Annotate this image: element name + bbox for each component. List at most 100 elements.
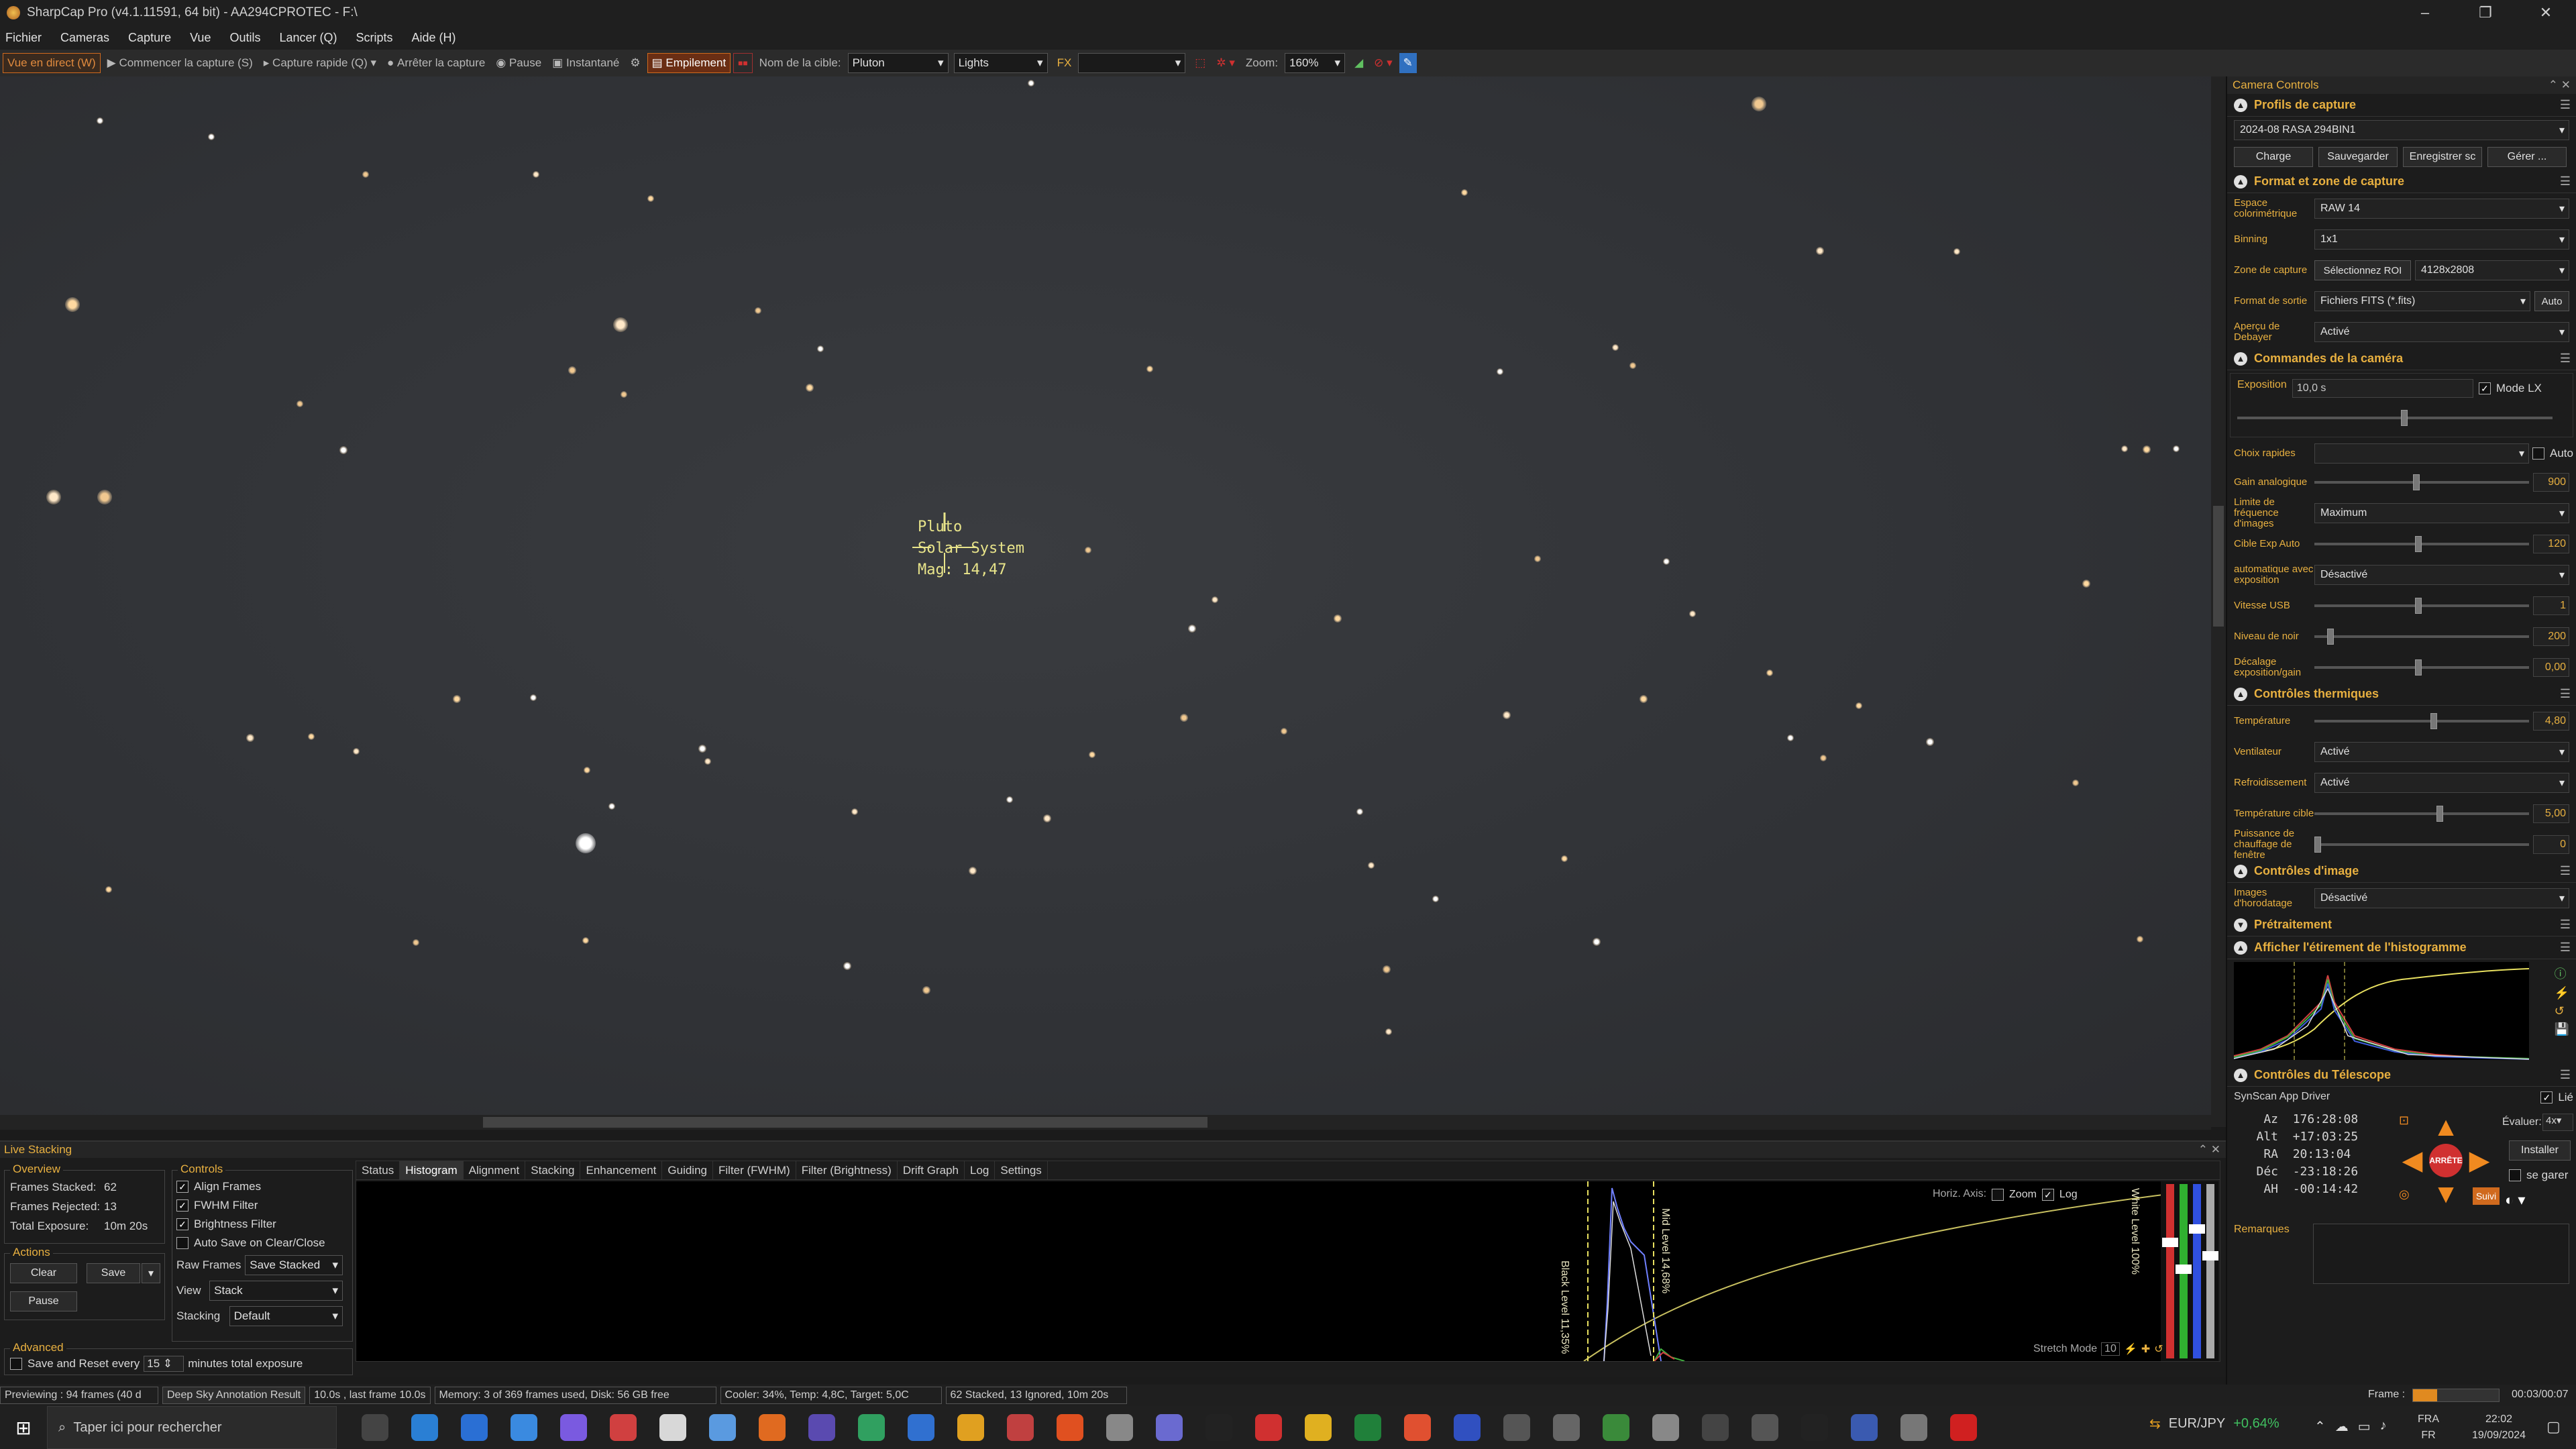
camera-row-value[interactable]: 1 xyxy=(2533,596,2569,615)
menu-icon[interactable]: ☰ xyxy=(2560,918,2571,932)
quick-capture-button[interactable]: ▸ Capture rapide (Q) ▾ xyxy=(260,53,380,73)
tab-drift-graph[interactable]: Drift Graph xyxy=(898,1161,965,1180)
notifications-icon[interactable]: ▢ xyxy=(2546,1418,2561,1436)
view-select[interactable]: Stack ▾ xyxy=(209,1281,343,1301)
arrow-up-icon[interactable]: ▲ xyxy=(2432,1114,2459,1140)
capture-area-select[interactable]: 4128x2808 ▾ xyxy=(2415,260,2569,280)
minutes-field[interactable]: 15 ⇕ xyxy=(144,1356,184,1372)
debayer-select[interactable]: Activé ▾ xyxy=(2314,322,2569,342)
histogram-reset-icon[interactable]: ↺ xyxy=(2555,1004,2569,1018)
taskbar-app-icon[interactable] xyxy=(1454,1414,1481,1441)
taskbar-app-icon[interactable] xyxy=(1603,1414,1629,1441)
thermal-row-value[interactable]: 4,80 xyxy=(2533,712,2569,731)
taskbar-search[interactable]: ⌕ Taper ici pour rechercher xyxy=(47,1406,337,1449)
restore-button[interactable]: ❐ xyxy=(2455,0,2516,25)
pause-stack-button[interactable]: Pause xyxy=(10,1291,77,1311)
menu-tools[interactable]: Outils xyxy=(229,31,260,45)
auto-format-button[interactable]: Auto xyxy=(2534,291,2569,311)
thermal-row-slider[interactable] xyxy=(2314,713,2529,729)
taskbar-app-icon[interactable] xyxy=(1156,1414,1183,1441)
rate-select[interactable]: 4x▾ xyxy=(2542,1114,2573,1131)
menu-launch[interactable]: Lancer (Q) xyxy=(279,31,337,45)
taskbar-app-icon[interactable] xyxy=(1255,1414,1282,1441)
select-roi-button[interactable]: Sélectionnez ROI xyxy=(2314,260,2411,280)
taskbar-app-icon[interactable] xyxy=(1553,1414,1580,1441)
tab-histogram[interactable]: Histogram xyxy=(400,1161,464,1180)
fx-select[interactable]: ▾ xyxy=(1078,53,1186,73)
section-thermal[interactable]: ▲ Contrôles thermiques ☰ xyxy=(2227,683,2576,706)
save-reset-checkbox[interactable] xyxy=(10,1358,22,1370)
taskbar-app-icon[interactable] xyxy=(362,1414,388,1441)
taskbar-app-icon[interactable] xyxy=(858,1414,885,1441)
taskbar-app-icon[interactable] xyxy=(610,1414,637,1441)
menu-icon[interactable]: ☰ xyxy=(2560,174,2571,189)
taskbar-app-icon[interactable] xyxy=(659,1414,686,1441)
tab-filter-brightness-[interactable]: Filter (Brightness) xyxy=(796,1161,898,1180)
taskbar-app-icon[interactable] xyxy=(957,1414,984,1441)
install-button[interactable]: Installer xyxy=(2509,1140,2571,1161)
taskbar-app-icon[interactable] xyxy=(411,1414,438,1441)
camera-row-value[interactable]: 900 xyxy=(2533,473,2569,492)
tab-guiding[interactable]: Guiding xyxy=(662,1161,713,1180)
menu-icon[interactable]: ☰ xyxy=(2560,687,2571,701)
tab-enhancement[interactable]: Enhancement xyxy=(580,1161,663,1180)
taskbar-app-icon[interactable] xyxy=(511,1414,537,1441)
taskbar-app-icon[interactable] xyxy=(1205,1414,1232,1441)
menu-icon[interactable]: ☰ xyxy=(2560,1068,2571,1082)
linked-checkbox[interactable]: ✓ xyxy=(2540,1091,2553,1104)
arrow-left-icon[interactable]: ◀ xyxy=(2399,1147,2426,1174)
camera-row-slider[interactable] xyxy=(2314,629,2529,645)
language-indicator[interactable]: FRA FR xyxy=(2418,1411,2439,1444)
thermal-row-select[interactable]: Activé ▾ xyxy=(2314,742,2569,762)
stretch-mode-select[interactable]: 10 xyxy=(2101,1342,2120,1356)
image-viewer[interactable] xyxy=(0,76,2211,1127)
profile-select[interactable]: 2024-08 RASA 294BIN1 ▾ xyxy=(2234,120,2569,140)
camera-row-slider[interactable] xyxy=(2314,659,2529,676)
tab-status[interactable]: Status xyxy=(356,1161,400,1180)
close-button[interactable]: ✕ xyxy=(2516,0,2576,25)
frame-type-select[interactable]: Lights ▾ xyxy=(953,53,1048,73)
section-format[interactable]: ▲ Format et zone de capture ☰ xyxy=(2227,170,2576,193)
park-icon[interactable]: ◐ ▾ xyxy=(2505,1191,2545,1212)
histogram-icon[interactable]: ◢ xyxy=(1350,53,1367,73)
taskbar-app-icon[interactable] xyxy=(759,1414,786,1441)
mode-lx-checkbox[interactable]: ✓ xyxy=(2478,382,2491,394)
record-icon[interactable]: ■■ xyxy=(733,53,753,73)
park-checkbox[interactable] xyxy=(2509,1169,2521,1181)
auto-exposure-checkbox[interactable] xyxy=(2532,447,2545,460)
output-format-select[interactable]: Fichiers FITS (*.fits) ▾ xyxy=(2314,291,2530,311)
taskbar-app-icon[interactable] xyxy=(1354,1414,1381,1441)
focus-icon[interactable]: ⊘ ▾ xyxy=(1370,53,1397,73)
section-camera[interactable]: ▲ Commandes de la caméra ☰ xyxy=(2227,347,2576,370)
taskbar-app-icon[interactable] xyxy=(1503,1414,1530,1441)
sync-icon[interactable]: ⊡ xyxy=(2399,1114,2419,1134)
taskbar-app-icon[interactable] xyxy=(1404,1414,1431,1441)
arrow-right-icon[interactable]: ▶ xyxy=(2466,1147,2493,1174)
remarks-field[interactable] xyxy=(2313,1224,2569,1284)
save-button[interactable]: Save xyxy=(87,1263,140,1283)
ticker-widget[interactable]: ⇆ EUR/JPY +0,64% xyxy=(2149,1415,2279,1432)
taskbar-app-icon[interactable] xyxy=(908,1414,934,1441)
tray-cloud-icon[interactable]: ☁ xyxy=(2335,1418,2349,1435)
live-view-button[interactable]: Vue en direct (W) xyxy=(3,53,101,73)
start-capture-button[interactable]: ▶ Commencer la capture (S) xyxy=(103,53,257,73)
brightness-filter-checkbox[interactable]: ✓ xyxy=(176,1218,189,1230)
raw-frames-select[interactable]: Save Stacked ▾ xyxy=(245,1255,343,1275)
thermal-row-value[interactable]: 5,00 xyxy=(2533,804,2569,823)
menu-capture[interactable]: Capture xyxy=(128,31,171,45)
quick-choice-select[interactable]: ▾ xyxy=(2314,443,2529,464)
pin-icon[interactable]: ⌃ ✕ xyxy=(2548,78,2571,92)
stretch-apply-icon[interactable]: ✚ xyxy=(2141,1342,2150,1356)
align-frames-checkbox[interactable]: ✓ xyxy=(176,1181,189,1193)
tray-network-icon[interactable]: ▭ xyxy=(2358,1418,2371,1435)
annotate-icon[interactable]: ✎ xyxy=(1399,53,1417,73)
tab-filter-fwhm-[interactable]: Filter (FWHM) xyxy=(713,1161,796,1180)
menu-scripts[interactable]: Scripts xyxy=(356,31,393,45)
menu-file[interactable]: Fichier xyxy=(5,31,42,45)
taskbar-app-icon[interactable] xyxy=(1057,1414,1083,1441)
camera-row-slider[interactable] xyxy=(2314,598,2529,614)
section-profiles[interactable]: ▲ Profils de capture ☰ xyxy=(2227,94,2576,117)
taskbar-app-icon[interactable] xyxy=(1007,1414,1034,1441)
binning-select[interactable]: 1x1 ▾ xyxy=(2314,229,2569,250)
taskbar-app-icon[interactable] xyxy=(560,1414,587,1441)
